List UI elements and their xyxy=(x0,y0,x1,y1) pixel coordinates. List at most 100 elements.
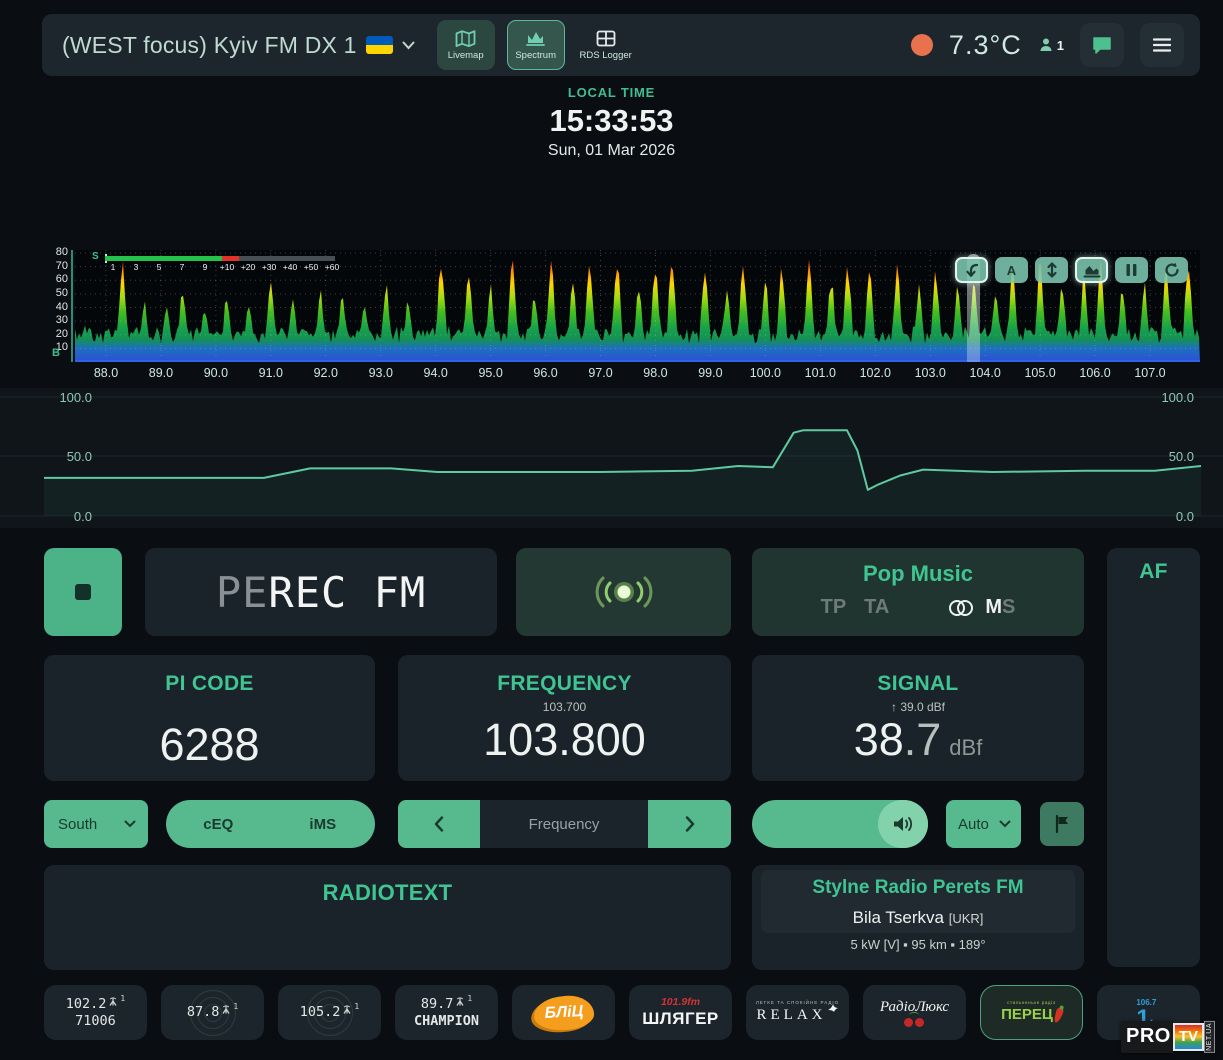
spectrum-x-tick: 106.0 xyxy=(1079,366,1110,380)
clock-date: Sun, 01 Mar 2026 xyxy=(0,143,1223,159)
refresh-button[interactable] xyxy=(1155,257,1188,283)
clock-time: 15:33:53 xyxy=(0,105,1223,136)
s-meter-tick: +20 xyxy=(241,262,255,272)
chat-button[interactable] xyxy=(1080,23,1124,67)
station-location: Bila Tserkva [UKR] xyxy=(752,908,1084,928)
spectrum-y-tick: 60 xyxy=(42,273,68,285)
station-name[interactable]: Stylne Radio Perets FM xyxy=(752,877,1084,899)
graph-style-button[interactable] xyxy=(1075,257,1108,283)
signal-graph-tick: 50.0 xyxy=(50,449,92,464)
listener-counter: 1 xyxy=(1038,37,1064,53)
map-icon xyxy=(455,30,476,47)
spectrum-x-tick: 102.0 xyxy=(860,366,891,380)
scan-down-button[interactable] xyxy=(955,257,988,283)
ims-toggle[interactable]: iMS xyxy=(271,816,376,833)
pepper-icon xyxy=(1053,1007,1064,1023)
server-title-dropdown[interactable]: (WEST focus) Kyiv FM DX 1 xyxy=(62,32,415,59)
stereo-signal-icon xyxy=(595,573,653,611)
chevron-down-icon xyxy=(124,820,136,828)
arrow-up-icon: ↑ xyxy=(891,700,900,714)
spectrum-x-tick: 100.0 xyxy=(750,366,781,380)
pi-code-panel: PI CODE 6288 xyxy=(44,655,375,781)
s-meter: S 13579+10+20+30+40+50+60 xyxy=(75,250,375,276)
preset-button-3[interactable]: 105.21 xyxy=(278,985,381,1040)
spectrum-label: Spectrum xyxy=(515,50,556,61)
spectrum-y-tick: 40 xyxy=(42,301,68,313)
auto-mode-button[interactable]: A xyxy=(995,257,1028,283)
s-meter-tick: 5 xyxy=(157,262,162,272)
report-flag-button[interactable] xyxy=(1040,802,1084,846)
volume-knob[interactable] xyxy=(878,800,928,848)
s-meter-tick: 1 xyxy=(111,262,116,272)
s-meter-tick: 7 xyxy=(180,262,185,272)
local-clock: LOCAL TIME 15:33:53 Sun, 01 Mar 2026 xyxy=(0,86,1223,159)
preset-button-7[interactable]: легке та спокійне радіо RELAX xyxy=(746,985,849,1040)
cherries-icon xyxy=(900,1015,930,1027)
spectrum-button[interactable]: Spectrum xyxy=(507,20,565,70)
blitz-logo: БЛіЦ xyxy=(533,994,595,1031)
fm-dx-webserver-app: (WEST focus) Kyiv FM DX 1 Livemap Spectr… xyxy=(0,0,1223,1060)
s-meter-label: S xyxy=(92,251,99,262)
ceq-toggle[interactable]: cEQ xyxy=(166,816,271,833)
antenna-select[interactable]: South xyxy=(44,800,148,848)
menu-button[interactable] xyxy=(1140,23,1184,67)
spectrum-x-tick: 97.0 xyxy=(588,366,612,380)
rds-flags-row: TP TA M S xyxy=(752,596,1084,619)
tune-up-button[interactable] xyxy=(648,800,731,848)
tune-down-button[interactable] xyxy=(398,800,480,848)
preset-button-2[interactable]: 87.81 xyxy=(161,985,264,1040)
pty-label: Pop Music xyxy=(752,561,1084,587)
transmitter-info-panel: Stylne Radio Perets FM Bila Tserkva [UKR… xyxy=(752,865,1084,970)
preset-button-5[interactable]: БЛіЦ xyxy=(512,985,615,1040)
spectrum-x-tick: 90.0 xyxy=(204,366,228,380)
s-meter-tick: +40 xyxy=(283,262,297,272)
signal-graph-tick: 50.0 xyxy=(1152,449,1194,464)
antenna-select-value: South xyxy=(58,816,97,833)
radiotext-panel: RADIOTEXT xyxy=(44,865,731,970)
spectrum-x-tick: 105.0 xyxy=(1024,366,1055,380)
af-label: AF xyxy=(1107,560,1200,584)
clock-label: LOCAL TIME xyxy=(0,86,1223,99)
spectrum-x-tick: 89.0 xyxy=(149,366,173,380)
radiotext-label: RADIOTEXT xyxy=(44,880,731,906)
s-meter-red-segment xyxy=(222,256,239,261)
ps-display: PEREC FM xyxy=(145,548,497,636)
protv-net-text: NET.UA xyxy=(1204,1021,1215,1053)
eq-ims-toggle-group: cEQ iMS xyxy=(166,800,375,848)
spectrum-x-tick: 96.0 xyxy=(533,366,557,380)
signal-unit: dBf xyxy=(949,735,982,760)
top-nav: Livemap Spectrum RDS Logger xyxy=(437,20,635,70)
ta-flag: TA xyxy=(864,596,889,619)
preset-name: CHAMPION xyxy=(414,1013,479,1030)
protv-watermark: PRO TV NET.UA xyxy=(1121,1021,1215,1053)
pty-panel: Pop Music TP TA M S xyxy=(752,548,1084,636)
frequency-input[interactable] xyxy=(480,800,648,848)
preset-button-8[interactable]: РадіоЛюкс xyxy=(863,985,966,1040)
station-details: 5 kW [V] ▪ 95 km ▪ 189° xyxy=(752,937,1084,952)
spectrum-analyzer: 8070605040302010B xyxy=(0,250,1223,386)
spectrum-x-tick: 94.0 xyxy=(424,366,448,380)
spectrum-y-tick: 20 xyxy=(42,328,68,340)
spectrum-y-tick: 70 xyxy=(42,260,68,272)
play-stop-button[interactable] xyxy=(44,548,122,636)
spectrum-y-tick: 30 xyxy=(42,314,68,326)
spectrum-x-tick: 92.0 xyxy=(314,366,338,380)
rds-logger-button[interactable]: RDS Logger xyxy=(577,20,635,70)
preset-button-4[interactable]: 89.71 CHAMPION xyxy=(395,985,498,1040)
preset-button-9[interactable]: стильненьке радіо ПЕРЕЦ xyxy=(980,985,1083,1040)
bird-icon xyxy=(827,1003,839,1013)
pause-button[interactable] xyxy=(1115,257,1148,283)
livemap-button[interactable]: Livemap xyxy=(437,20,495,70)
protv-tv-logo: TV xyxy=(1173,1023,1204,1051)
autoscale-button[interactable] xyxy=(1035,257,1068,283)
rds-logger-label: RDS Logger xyxy=(580,50,632,61)
preset-button-1[interactable]: 102.21 71006 xyxy=(44,985,147,1040)
mode-select[interactable]: Auto xyxy=(946,800,1021,848)
frequency-input-wrap xyxy=(480,800,648,848)
spectrum-x-tick: 101.0 xyxy=(805,366,836,380)
preset-button-6[interactable]: 101.9fm ШЛЯГЕР xyxy=(629,985,732,1040)
frequency-value: 103.800 xyxy=(398,717,731,762)
volume-slider[interactable] xyxy=(752,800,928,848)
s-meter-tick: 3 xyxy=(134,262,139,272)
spectrum-chart-icon xyxy=(525,30,546,47)
